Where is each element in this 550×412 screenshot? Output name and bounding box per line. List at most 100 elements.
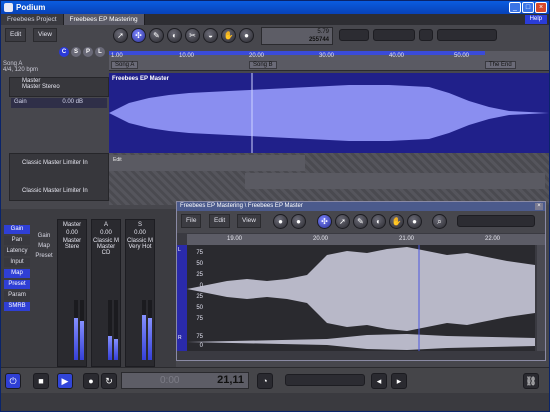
mastering-view-menu[interactable]: View	[237, 214, 261, 228]
mixer-row-labels: Gain Map Preset	[33, 231, 55, 261]
link-icon[interactable]: ⛓	[523, 373, 539, 389]
snap-button[interactable]	[339, 29, 369, 41]
maximize-button[interactable]: □	[522, 2, 534, 13]
master-track-header[interactable]: Master Master Stereo	[9, 77, 109, 97]
loop-range[interactable]	[109, 51, 485, 55]
select-tool-icon[interactable]: ✣	[317, 214, 332, 229]
zoom-icon[interactable]: ●	[239, 28, 254, 43]
marker-the-end[interactable]: The End	[485, 61, 516, 69]
grid-button[interactable]	[373, 29, 415, 41]
strip-value: 0.00	[100, 230, 112, 236]
strip-desc: Classic M Very Hot	[126, 238, 153, 250]
zoom-in-icon[interactable]: ●	[273, 214, 288, 229]
song-tempo: 4/4, 120 bpm	[3, 67, 39, 73]
channel-l-label: L	[178, 247, 181, 253]
tab-freebees-project[interactable]: Freebees Project	[1, 14, 64, 25]
record-icon[interactable]: ●	[407, 214, 422, 229]
app-window: Podium _ □ × Freebees Project Freebees E…	[0, 0, 550, 412]
knife-icon[interactable]: ✂	[185, 28, 200, 43]
select-tool-icon[interactable]: ✣	[131, 28, 146, 43]
project-tabs: Freebees Project Freebees EP Mastering	[1, 14, 549, 25]
m-ruler-tick: 19.00	[227, 236, 243, 242]
mastering-waveform-left[interactable]	[187, 245, 535, 333]
help-button[interactable]: Help	[524, 15, 547, 24]
channel-scale: L R	[177, 245, 187, 351]
s-button[interactable]: S	[71, 47, 81, 57]
pointer-icon[interactable]: ➚	[113, 28, 128, 43]
mixer-smrb-button[interactable]: SMRB	[4, 302, 30, 311]
limiter-lanes[interactable]: Edit	[109, 153, 549, 205]
edit-menu[interactable]: Edit	[5, 28, 27, 42]
forward-icon[interactable]: ▸	[391, 373, 407, 389]
position-slider[interactable]	[285, 374, 365, 386]
track-stereo-label: Master Stereo	[22, 84, 60, 90]
mixer-strip-master[interactable]: Master 0.00 Master Stere	[57, 219, 87, 367]
level-meter	[148, 300, 152, 360]
stop-icon[interactable]: ■	[33, 373, 49, 389]
mixer-param-button[interactable]: Param	[4, 291, 30, 300]
glue-icon[interactable]: ◒	[203, 28, 218, 43]
marker-song-a[interactable]: Song A	[111, 61, 139, 69]
pencil-icon[interactable]: ✎	[149, 28, 164, 43]
mastering-field[interactable]	[457, 215, 535, 227]
zoom-out-icon[interactable]: ●	[291, 214, 306, 229]
play-icon[interactable]: ▶	[57, 373, 73, 389]
gain-row[interactable]: Gain 0.00 dB	[11, 98, 107, 108]
mixer-latency-button[interactable]: Latency	[4, 247, 30, 256]
file-menu[interactable]: File	[181, 214, 202, 228]
time-display: 0:00 21,11	[121, 372, 249, 389]
eraser-icon[interactable]: ◐	[371, 214, 386, 229]
limiter-label-b: Classic Master Limiter In	[22, 188, 88, 194]
channel-r-label: R	[178, 335, 182, 341]
strip-value: 0.00	[134, 230, 146, 236]
mastering-vertical-scrollbar[interactable]	[537, 245, 545, 351]
l-button[interactable]: L	[95, 47, 105, 57]
level-meter	[114, 300, 118, 360]
minimize-button[interactable]: _	[509, 2, 521, 13]
zoom-field[interactable]	[437, 29, 497, 41]
level-meter	[74, 300, 78, 360]
mastering-window: Freebees EP Mastering \ Freebees EP Mast…	[176, 201, 546, 361]
mixer-strip-s[interactable]: S 0.00 Classic M Very Hot	[125, 219, 155, 367]
limiter-track-header[interactable]: Classic Master Limiter In Classic Master…	[9, 153, 109, 201]
ruler-tick: 20.00	[249, 53, 265, 59]
timeline-ruler[interactable]: 1.00 10.00 20.00 30.00 40.00 50.00 Song …	[109, 51, 549, 71]
mixer-input-button[interactable]: Input	[4, 258, 30, 267]
mixer-preset-button[interactable]: Preset	[4, 280, 30, 289]
mastering-close-button[interactable]: ×	[535, 203, 543, 210]
mastering-title: Freebees EP Mastering \ Freebees EP Mast…	[177, 202, 545, 211]
view-menu[interactable]: View	[33, 28, 57, 42]
mastering-waveform-right[interactable]	[187, 333, 535, 351]
c-button[interactable]: C	[59, 47, 69, 57]
clip-song-a[interactable]	[109, 155, 305, 171]
quantize-button[interactable]	[419, 29, 433, 41]
loop-icon[interactable]: ↻	[101, 373, 117, 389]
pointer-icon[interactable]: ➚	[335, 214, 350, 229]
hand-icon[interactable]: ✋	[389, 214, 404, 229]
hand-icon[interactable]: ✋	[221, 28, 236, 43]
mastering-edit-menu[interactable]: Edit	[209, 214, 231, 228]
mixer-map-button[interactable]: Map	[4, 269, 30, 278]
app-icon	[4, 3, 13, 12]
close-button[interactable]: ×	[535, 2, 547, 13]
master-lane[interactable]: Freebees EP Master	[109, 73, 549, 153]
ruler-tick: 40.00	[389, 53, 405, 59]
clip-song-b[interactable]	[245, 173, 545, 189]
pencil-icon[interactable]: ✎	[353, 214, 368, 229]
marker-song-b[interactable]: Song B	[249, 61, 277, 69]
record-icon[interactable]: ●	[83, 373, 99, 389]
search-icon[interactable]: ⌕	[432, 214, 447, 229]
edit-label[interactable]: Edit	[113, 157, 122, 163]
p-button[interactable]: P	[83, 47, 93, 57]
power-icon[interactable]: ⏻	[5, 373, 21, 389]
metronome-icon[interactable]: ◔	[257, 373, 273, 389]
rewind-icon[interactable]: ◂	[371, 373, 387, 389]
mixer-gain-button[interactable]: Gain	[4, 225, 30, 234]
mixer-pan-button[interactable]: Pan	[4, 236, 30, 245]
waveform-right-svg	[187, 333, 535, 351]
eraser-icon[interactable]: ◐	[167, 28, 182, 43]
lane-title: Freebees EP Master	[112, 76, 169, 82]
tab-freebees-ep-mastering[interactable]: Freebees EP Mastering	[63, 14, 145, 25]
mixer-strip-a[interactable]: A 0.00 Classic M Master CD	[91, 219, 121, 367]
mastering-ruler[interactable]: 19.00 20.00 21.00 22.00	[187, 234, 545, 245]
